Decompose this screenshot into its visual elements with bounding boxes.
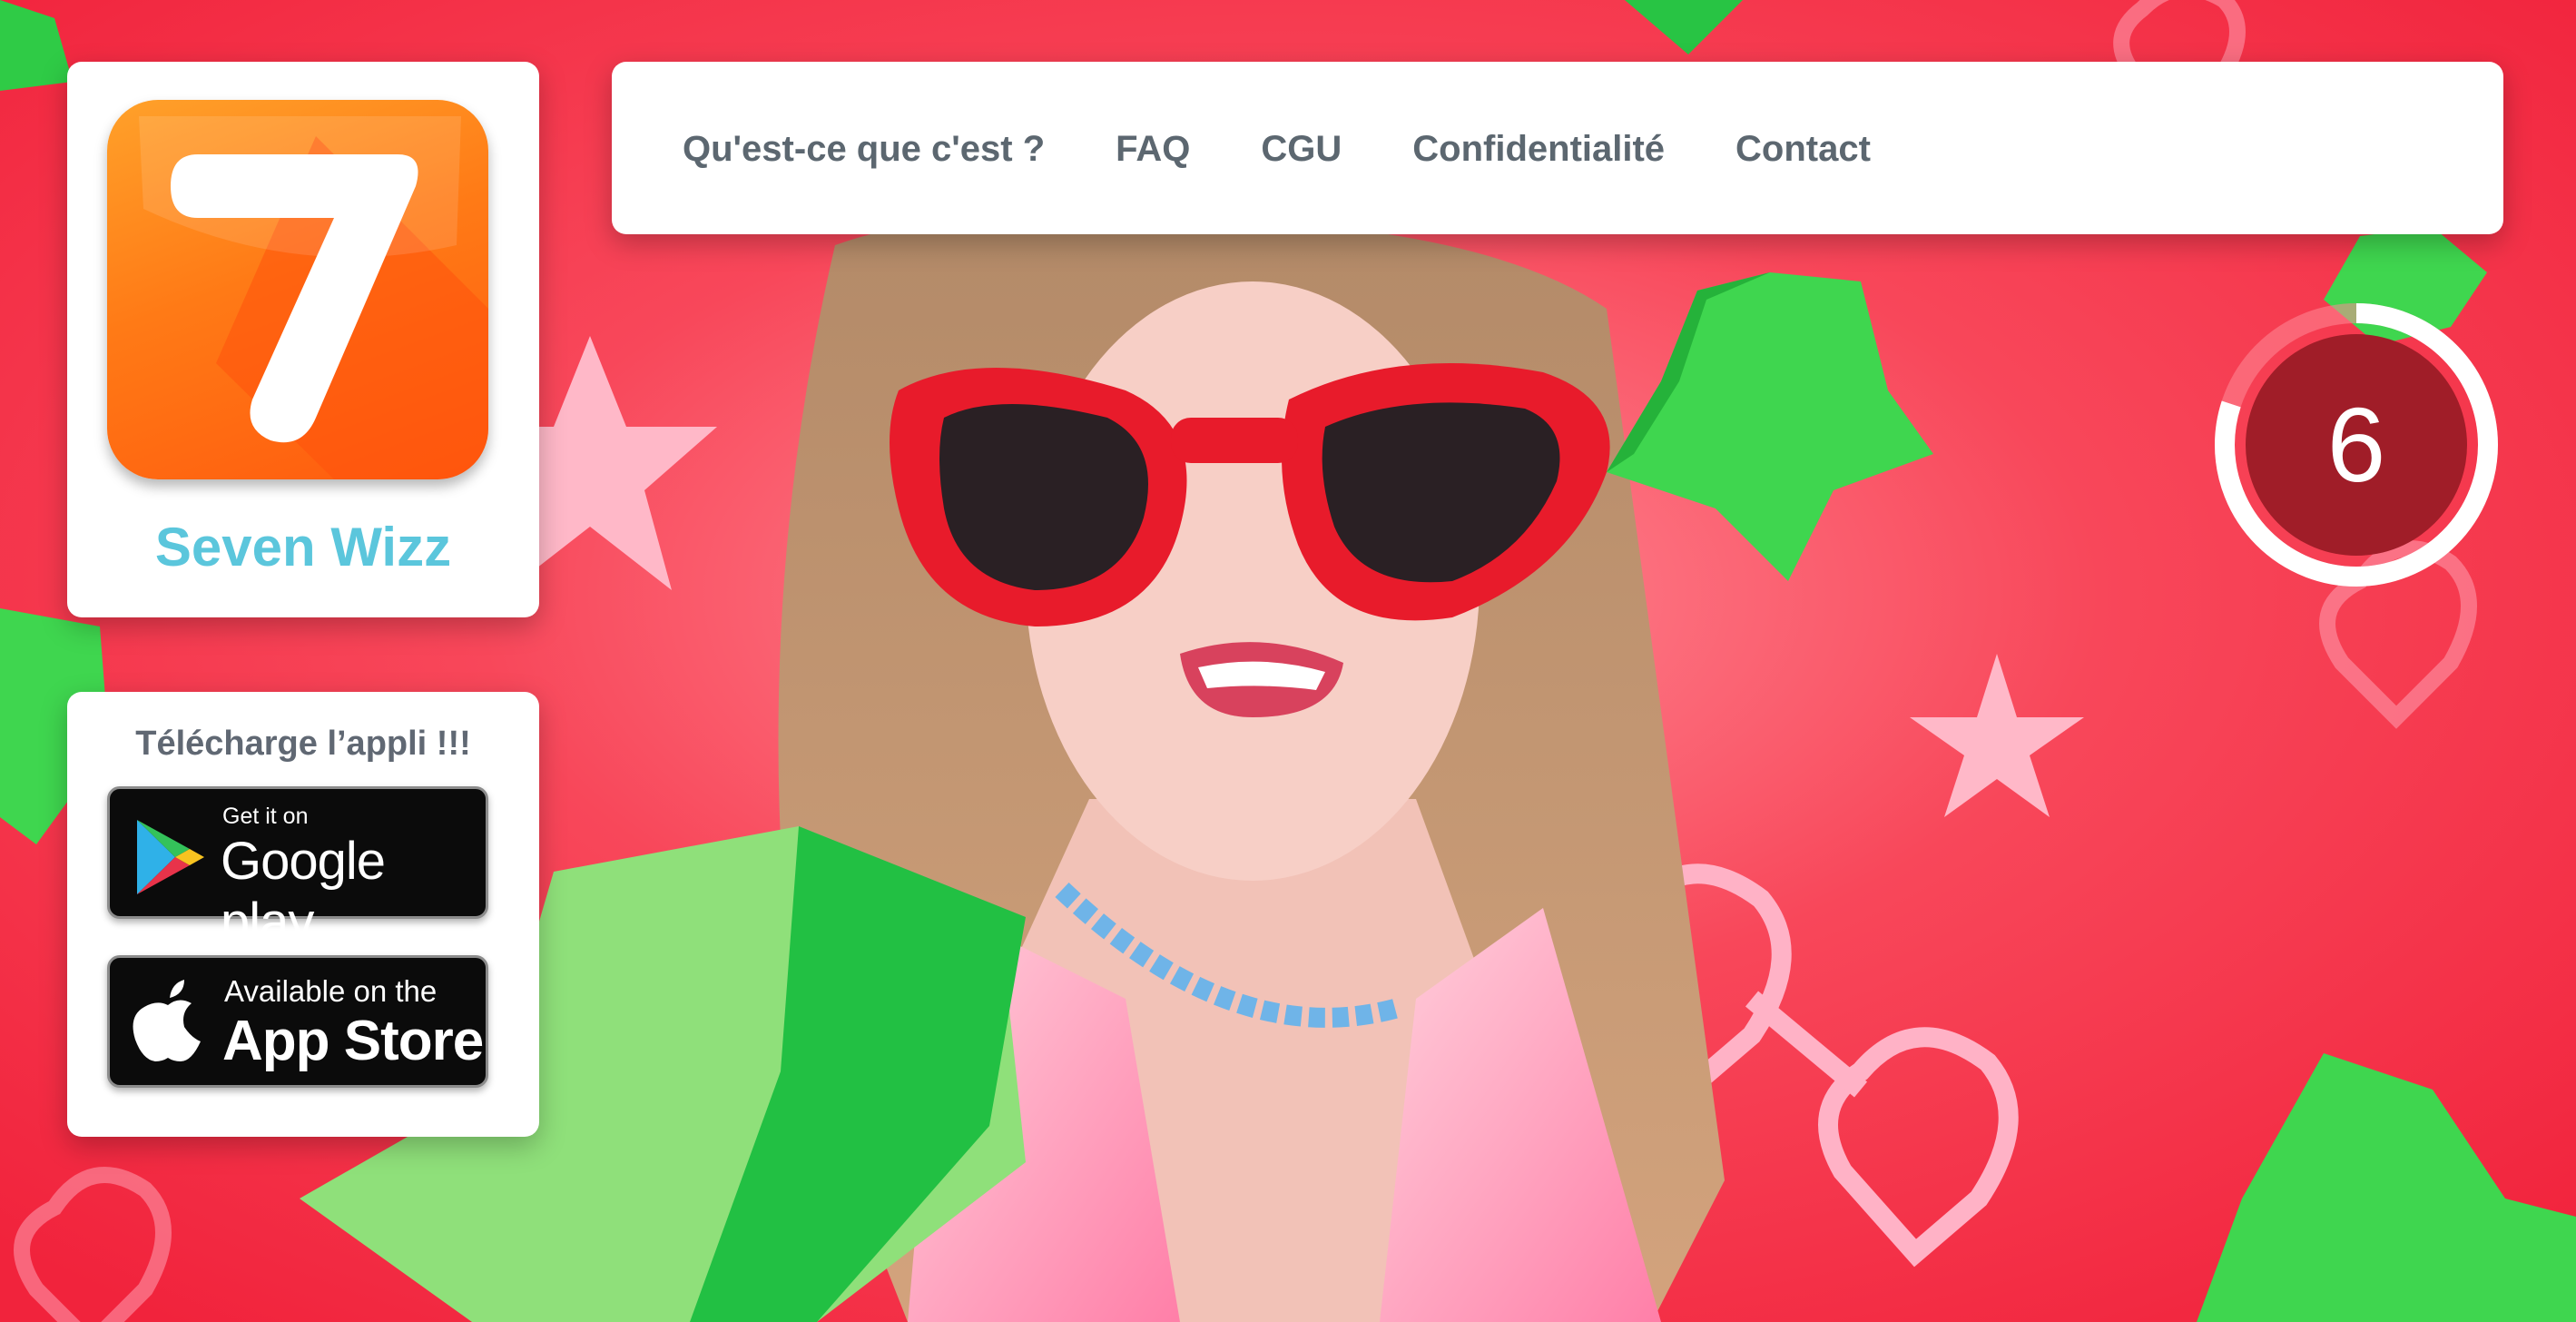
app-store-big-text: App Store <box>222 1010 484 1072</box>
google-play-small-text: Get it on <box>222 804 309 829</box>
download-title: Télécharge l’appli !!! <box>135 725 471 763</box>
google-play-big-text: Google play <box>221 832 386 952</box>
google-play-button[interactable]: Get it on Google play <box>107 786 488 952</box>
nav-item-privacy[interactable]: Confidentialité <box>1412 129 1665 170</box>
app-store-button[interactable]: Available on the App Store <box>107 955 488 1088</box>
logo-card[interactable]: Seven Wizz <box>67 62 539 617</box>
nav-menu: Qu'est-ce que c'est ? FAQ CGU Confidenti… <box>683 129 1942 170</box>
brand-name: Seven Wizz <box>154 517 452 577</box>
nav-item-cgu[interactable]: CGU <box>1261 129 1342 170</box>
app-store-small-text: Available on the <box>224 974 438 1008</box>
seven-wizz-app-icon[interactable] <box>107 100 488 479</box>
timer-value: 6 <box>2326 386 2386 504</box>
top-navigation: Qu'est-ce que c'est ? FAQ CGU Confidenti… <box>612 62 2503 234</box>
apple-icon <box>132 978 204 1070</box>
nav-item-contact[interactable]: Contact <box>1735 129 1871 170</box>
nav-item-what-is-it[interactable]: Qu'est-ce que c'est ? <box>683 129 1045 170</box>
download-card: Télécharge l’appli !!! Get it on Google … <box>67 692 539 1137</box>
nav-item-faq[interactable]: FAQ <box>1116 129 1190 170</box>
countdown-timer: 6 <box>2211 300 2502 590</box>
google-play-icon <box>133 816 206 903</box>
